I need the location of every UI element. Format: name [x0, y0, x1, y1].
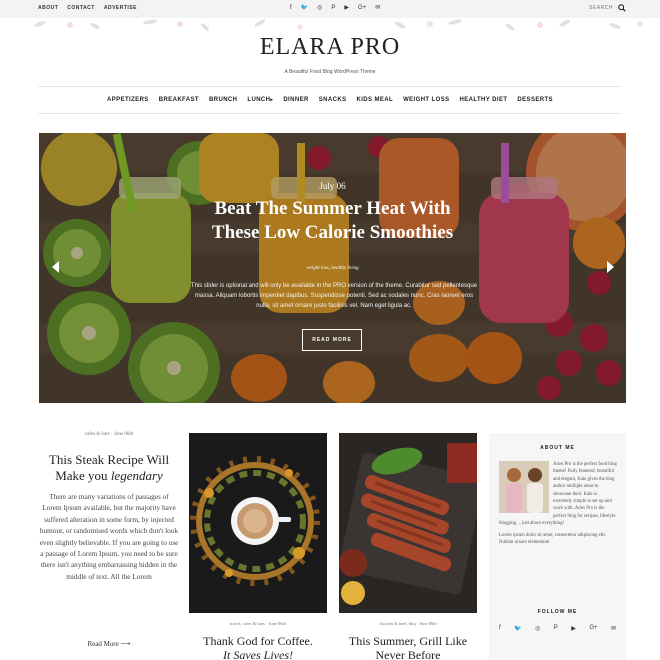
site-branding: ELARA PRO A Beautiful Food Blog WordPres…	[0, 34, 660, 75]
about-me-photo	[499, 461, 549, 513]
about-me-text-2: Lorem ipsum dolor sit amet, consectetur …	[499, 532, 606, 546]
top-links: ABOUT CONTACT ADVERTISE	[38, 5, 137, 11]
post-title-line1[interactable]: This Summer, Grill Like	[339, 634, 477, 648]
post-excerpt: There are many variations of passages of…	[39, 492, 179, 581]
facebook-icon[interactable]: f	[290, 4, 292, 12]
post-title-line1[interactable]: Thank God for Coffee.	[189, 634, 327, 648]
slide-title[interactable]: Beat The Summer Heat With These Low Calo…	[39, 197, 626, 245]
post-grill: chicken & beef, bbq · June 06th This Sum…	[339, 433, 477, 660]
follow-me-social: f 🐦 ◎ P ▶ G+ ✉	[499, 625, 616, 632]
top-search[interactable]: SEARCH	[589, 4, 626, 12]
google-plus-icon[interactable]: G+	[589, 625, 597, 632]
facebook-icon[interactable]: f	[499, 625, 501, 632]
top-link-about[interactable]: ABOUT	[38, 5, 58, 11]
slider-next-arrow-icon[interactable]	[607, 261, 614, 273]
nav-item-lunch-label: LUNCH	[247, 97, 271, 103]
post-coffee: travel, cafes & bars · June 06th Thank G…	[189, 433, 327, 660]
youtube-icon[interactable]: ▶	[571, 625, 576, 632]
slide-title-line2: These Low Calorie Smoothies	[211, 222, 454, 243]
post-steak-recipe: cafes & bars · June 06th This Steak Reci…	[39, 432, 179, 648]
slide-excerpt: This slider is optional and will only be…	[190, 283, 478, 309]
floral-decoration	[34, 19, 643, 31]
pinterest-icon[interactable]: P	[554, 625, 558, 632]
post-title-line2-italic: legendary	[110, 468, 163, 483]
post-grill-image[interactable]	[339, 433, 477, 613]
top-link-contact[interactable]: CONTACT	[67, 5, 95, 11]
caret-right-icon: ▸	[270, 97, 274, 103]
site-tagline: A Beautiful Food Blog WordPress Theme	[284, 69, 376, 75]
slider-prev-arrow-icon[interactable]	[52, 261, 59, 273]
post-meta[interactable]: chicken & beef, bbq · June 06th	[339, 621, 477, 626]
slide-date: July 06	[319, 181, 346, 191]
post-meta[interactable]: travel, cafes & bars · June 06th	[189, 621, 327, 626]
search-icon[interactable]	[618, 4, 626, 12]
main-navigation: APPETIZERS BREAKFAST BRUNCH LUNCH▸ DINNE…	[38, 86, 622, 114]
top-bar: ABOUT CONTACT ADVERTISE f 🐦 ◎ P ▶ G+ ✉ S…	[0, 0, 660, 18]
nav-item-kids-meal[interactable]: KIDS MEAL	[356, 97, 393, 103]
about-me-heading: ABOUT ME	[540, 445, 575, 451]
about-me-widget: Aries Pro is the perfect food blog theme…	[499, 461, 617, 550]
post-meta[interactable]: cafes & bars · June 06th	[39, 432, 179, 437]
nav-item-dinner[interactable]: DINNER	[283, 97, 308, 103]
top-link-advertise[interactable]: ADVERTISE	[104, 5, 137, 11]
sidebar: ABOUT ME Aries Pro is the perfect food b…	[489, 433, 626, 660]
grill-skewers-image	[339, 433, 477, 613]
twitter-icon[interactable]: 🐦	[514, 625, 521, 632]
follow-me-heading: FOLLOW ME	[537, 609, 578, 615]
email-icon[interactable]: ✉	[611, 625, 616, 632]
coffee-wreath-image	[189, 433, 327, 613]
nav-item-healthy-diet[interactable]: HEALTHY DIET	[460, 97, 508, 103]
arrow-right-icon: ⟶	[120, 640, 131, 648]
search-label[interactable]: SEARCH	[589, 5, 613, 11]
post-title-line2[interactable]: Make you legendary	[39, 468, 179, 484]
post-coffee-image[interactable]	[189, 433, 327, 613]
nav-item-breakfast[interactable]: BREAKFAST	[159, 97, 199, 103]
post-title-line2-text: Make you	[55, 468, 111, 483]
nav-item-weight-loss[interactable]: WEIGHT LOSS	[403, 97, 449, 103]
read-more-label: Read More	[87, 640, 119, 648]
pinterest-icon[interactable]: P	[331, 4, 335, 12]
nav-item-appetizers[interactable]: APPETIZERS	[107, 97, 149, 103]
email-icon[interactable]: ✉	[375, 4, 380, 12]
nav-item-brunch[interactable]: BRUNCH	[209, 97, 237, 103]
instagram-icon[interactable]: ◎	[535, 625, 540, 632]
slide-title-line1: Beat The Summer Heat With	[214, 198, 451, 219]
read-more-link[interactable]: Read More ⟶	[39, 640, 179, 648]
google-plus-icon[interactable]: G+	[358, 4, 366, 12]
slide-read-more-button[interactable]: READ MORE	[302, 329, 362, 351]
slide-categories[interactable]: weight loss, healthy living	[39, 266, 626, 271]
instagram-icon[interactable]: ◎	[317, 4, 322, 12]
site-title[interactable]: ELARA PRO	[0, 34, 660, 61]
featured-slider[interactable]: July 06 Beat The Summer Heat With These …	[39, 133, 626, 403]
youtube-icon[interactable]: ▶	[344, 4, 349, 12]
top-social: f 🐦 ◎ P ▶ G+ ✉	[290, 4, 380, 12]
nav-item-snacks[interactable]: SNACKS	[319, 97, 347, 103]
post-title-line1[interactable]: This Steak Recipe Will	[39, 452, 179, 468]
post-title-line2[interactable]: Never Before	[339, 648, 477, 660]
twitter-icon[interactable]: 🐦	[301, 4, 308, 12]
post-title-line2[interactable]: It Saves Lives!	[189, 648, 327, 660]
nav-item-lunch[interactable]: LUNCH▸	[247, 97, 273, 103]
nav-item-desserts[interactable]: DESSERTS	[517, 97, 553, 103]
